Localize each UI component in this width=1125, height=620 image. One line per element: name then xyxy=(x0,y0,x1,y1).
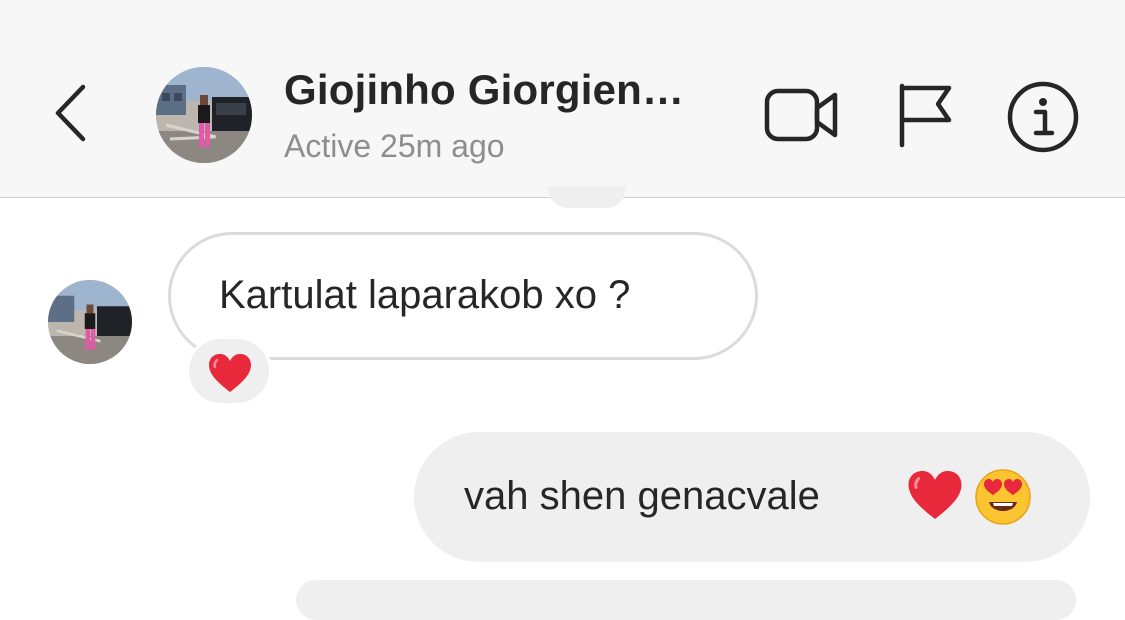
red-heart-emoji-icon xyxy=(908,471,962,519)
report-flag-icon xyxy=(899,83,952,148)
next-message-peek xyxy=(296,580,1076,620)
incoming-message-text: Kartulat laparakob xo ? xyxy=(219,273,631,317)
info-icon xyxy=(1007,81,1079,153)
previous-message-peek xyxy=(548,186,626,208)
active-status: Active 25m ago xyxy=(284,128,505,164)
back-chevron-icon xyxy=(55,84,86,142)
red-heart-emoji-icon xyxy=(209,354,251,392)
contact-avatar[interactable] xyxy=(156,67,252,163)
report-button[interactable] xyxy=(896,82,954,148)
info-button[interactable] xyxy=(1006,80,1080,154)
incoming-message-bubble[interactable]: Kartulat laparakob xo ? xyxy=(168,232,758,360)
back-button[interactable] xyxy=(52,82,92,144)
heart-eyes-emoji-icon xyxy=(975,469,1031,525)
sender-avatar[interactable] xyxy=(48,280,132,364)
message-reaction[interactable] xyxy=(186,336,272,406)
outgoing-message-bubble[interactable]: vah shen genacvale xyxy=(414,432,1090,562)
video-call-icon xyxy=(764,88,838,142)
chat-header: Giojinho Giorgien… Active 25m ago xyxy=(0,0,1125,198)
video-call-button[interactable] xyxy=(764,86,840,144)
outgoing-message-text: vah shen genacvale xyxy=(464,474,820,518)
contact-name[interactable]: Giojinho Giorgien… xyxy=(284,66,724,114)
